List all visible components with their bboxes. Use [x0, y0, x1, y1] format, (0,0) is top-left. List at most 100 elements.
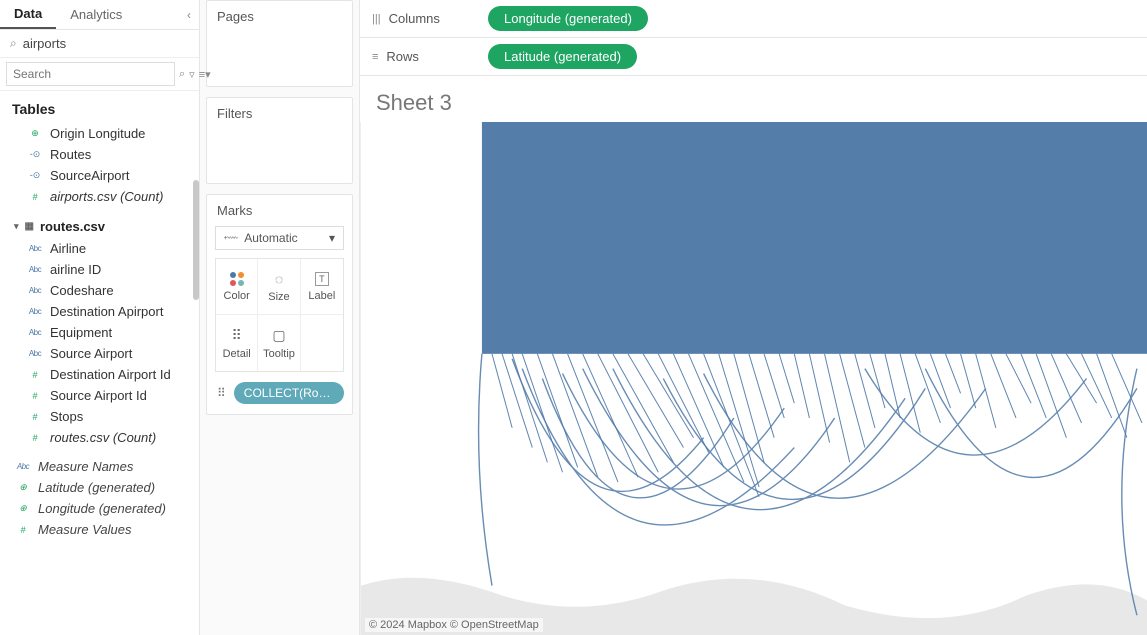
field-label: Longitude (generated): [38, 501, 166, 516]
mark-btn-label: Tooltip: [263, 348, 295, 360]
marks-card: Marks ⬳ Automatic ▾ Color ◌ Size: [206, 194, 353, 415]
field-source-airport[interactable]: Abc Source Airport: [0, 343, 199, 364]
chevron-down-icon: ▾: [329, 231, 335, 245]
columns-pill-longitude[interactable]: Longitude (generated): [488, 6, 648, 31]
automatic-icon: ⬳: [224, 233, 238, 244]
field-destination-airport[interactable]: Abc Destination Apirport: [0, 301, 199, 322]
mark-type-dropdown[interactable]: ⬳ Automatic ▾: [215, 226, 344, 250]
filter-fields-icon[interactable]: ▿: [189, 68, 195, 81]
globe-icon: ⊕: [16, 482, 30, 493]
data-pane: Data Analytics ‹ ⌕ airports ⌕ ▿ ≡▾ Table…: [0, 0, 200, 635]
detail-drop-icon[interactable]: ⠿: [215, 386, 228, 400]
mark-button-grid: Color ◌ Size T Label ⠿ Detail ▢ Tooltip: [215, 258, 344, 372]
field-label: Destination Apirport: [50, 304, 163, 319]
rows-shelf[interactable]: ≡ Rows Latitude (generated): [360, 38, 1147, 76]
tab-analytics[interactable]: Analytics: [56, 1, 136, 28]
datasource-icon: ⌕: [10, 36, 17, 51]
detail-icon: ⠿: [232, 327, 242, 344]
number-icon: #: [28, 391, 42, 401]
label-icon: T: [315, 272, 329, 286]
main-column: ||| Columns Longitude (generated) ≡ Rows…: [360, 0, 1147, 635]
mark-pill-row: ⠿ COLLECT(Rout...: [215, 382, 344, 404]
rows-pill-latitude[interactable]: Latitude (generated): [488, 44, 637, 69]
viz-area[interactable]: © 2024 Mapbox © OpenStreetMap: [360, 122, 1147, 635]
field-label: routes.csv (Count): [50, 430, 156, 445]
mark-btn-label: Size: [268, 291, 289, 303]
mark-size-button[interactable]: ◌ Size: [258, 259, 300, 315]
size-icon: ◌: [275, 271, 283, 287]
field-origin-longitude[interactable]: ⊕ Origin Longitude: [0, 123, 199, 144]
field-airports-count[interactable]: # airports.csv (Count): [0, 186, 199, 207]
field-longitude-generated[interactable]: ⊕ Longitude (generated): [0, 498, 199, 519]
line-icon: -⊙: [28, 170, 42, 181]
marks-card-title: Marks: [207, 195, 352, 226]
generated-fields: Abc Measure Names ⊕ Latitude (generated)…: [0, 448, 199, 540]
field-label: SourceAirport: [50, 168, 129, 183]
field-label: Destination Airport Id: [50, 367, 171, 382]
mark-tooltip-button[interactable]: ▢ Tooltip: [258, 315, 300, 371]
field-airline[interactable]: Abc Airline: [0, 238, 199, 259]
data-pane-tabs: Data Analytics ‹: [0, 0, 199, 30]
field-label: Measure Values: [38, 522, 131, 537]
field-routes[interactable]: -⊙ Routes: [0, 144, 199, 165]
abc-icon: Abc: [28, 349, 42, 358]
mark-color-button[interactable]: Color: [216, 259, 258, 315]
search-input[interactable]: [6, 62, 175, 86]
datasource-row[interactable]: ⌕ airports: [0, 30, 199, 57]
field-stops[interactable]: # Stops: [0, 406, 199, 427]
field-list: ⊕ Origin Longitude -⊙ Routes -⊙ SourceAi…: [0, 123, 199, 635]
mark-type-label: Automatic: [244, 231, 297, 245]
route-dense-block: [482, 122, 1147, 354]
field-label: Origin Longitude: [50, 126, 145, 141]
field-label: airports.csv (Count): [50, 189, 163, 204]
pages-card-body[interactable]: [207, 32, 352, 86]
mark-detail-button[interactable]: ⠿ Detail: [216, 315, 258, 371]
columns-shelf[interactable]: ||| Columns Longitude (generated): [360, 0, 1147, 38]
route-long-arcs: [479, 354, 1137, 615]
field-sourceairport[interactable]: -⊙ SourceAirport: [0, 165, 199, 186]
number-icon: #: [28, 370, 42, 380]
field-label: Codeshare: [50, 283, 114, 298]
columns-shelf-label: ||| Columns: [372, 11, 472, 26]
view-mode-icon[interactable]: ≡▾: [199, 68, 211, 81]
field-label: Equipment: [50, 325, 112, 340]
search-icon[interactable]: ⌕: [179, 68, 185, 81]
abc-icon: Abc: [16, 462, 30, 471]
pages-card-title: Pages: [207, 1, 352, 32]
abc-icon: Abc: [28, 244, 42, 253]
filters-card: Filters: [206, 97, 353, 184]
number-icon: #: [28, 192, 42, 202]
field-measure-names[interactable]: Abc Measure Names: [0, 456, 199, 477]
field-label: Latitude (generated): [38, 480, 155, 495]
table-group-name: routes.csv: [40, 219, 105, 234]
field-airline-id[interactable]: Abc airline ID: [0, 259, 199, 280]
field-source-airport-id[interactable]: # Source Airport Id: [0, 385, 199, 406]
tooltip-icon: ▢: [272, 327, 285, 344]
mark-label-button[interactable]: T Label: [301, 259, 343, 315]
filters-card-body[interactable]: [207, 129, 352, 183]
mark-btn-label: Label: [308, 290, 335, 302]
datasource-name: airports: [23, 36, 66, 51]
sheet-title[interactable]: Sheet 3: [360, 76, 1147, 122]
route-fringe: [492, 354, 1142, 497]
field-routes-count[interactable]: # routes.csv (Count): [0, 427, 199, 448]
mark-pill-collect-routes[interactable]: COLLECT(Rout...: [234, 382, 344, 404]
tables-header: Tables: [0, 91, 199, 123]
field-label: Measure Names: [38, 459, 133, 474]
field-destination-airport-id[interactable]: # Destination Airport Id: [0, 364, 199, 385]
mark-empty-slot: [301, 315, 343, 371]
caret-down-icon: ▾: [14, 221, 19, 232]
field-measure-values[interactable]: # Measure Values: [0, 519, 199, 540]
field-codeshare[interactable]: Abc Codeshare: [0, 280, 199, 301]
number-icon: #: [28, 412, 42, 422]
map-attribution: © 2024 Mapbox © OpenStreetMap: [365, 618, 543, 632]
table-group-routes[interactable]: ▾ ▦ routes.csv: [0, 207, 199, 238]
tab-data[interactable]: Data: [0, 0, 56, 29]
field-equipment[interactable]: Abc Equipment: [0, 322, 199, 343]
field-latitude-generated[interactable]: ⊕ Latitude (generated): [0, 477, 199, 498]
abc-icon: Abc: [28, 328, 42, 337]
globe-icon: ⊕: [16, 503, 30, 514]
collapse-data-pane-icon[interactable]: ‹: [179, 8, 199, 22]
scrollbar-thumb[interactable]: [193, 180, 199, 300]
number-icon: #: [28, 433, 42, 443]
